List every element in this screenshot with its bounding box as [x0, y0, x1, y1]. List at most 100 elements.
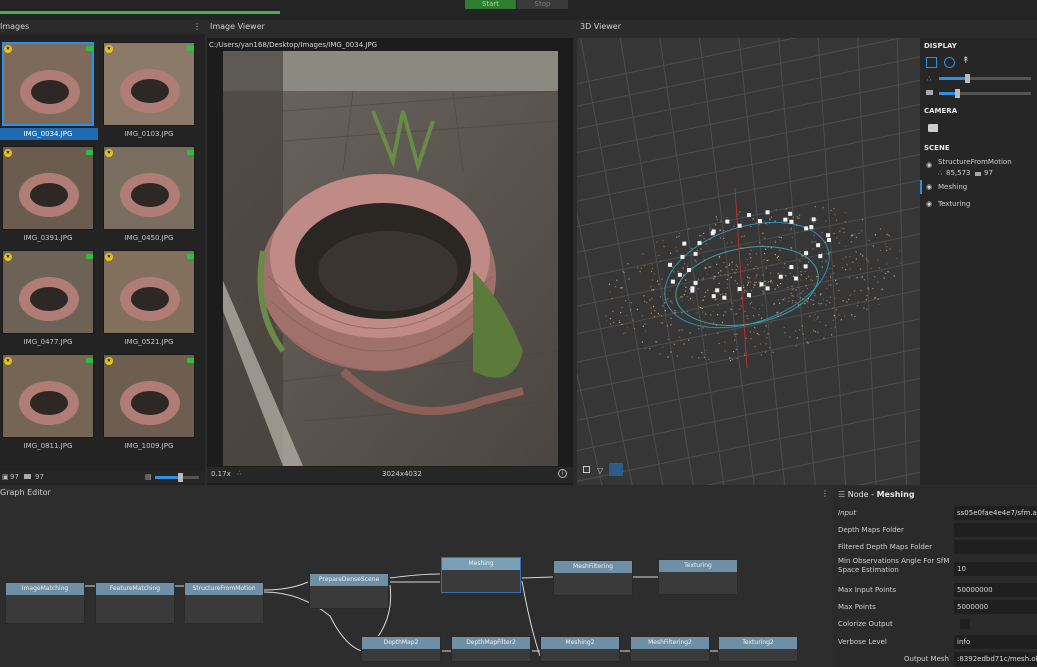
- intrinsics-star-icon: ★: [105, 357, 113, 365]
- camera-snapshot-icon[interactable]: [928, 124, 938, 132]
- main-photo[interactable]: [223, 51, 558, 466]
- graph-node-title: MeshFiltering: [554, 561, 632, 573]
- features-icon[interactable]: ∴: [237, 469, 241, 477]
- image-gallery: ★ IMG_0034.JPG ★ IMG_0103.JPG ★ IMG_0391.JPG ★…: [0, 40, 205, 470]
- attribute-label: Max Points: [838, 603, 876, 611]
- attribute-value-field[interactable]: [954, 540, 1037, 554]
- reconstructed-camera-icon: [86, 254, 93, 259]
- scene-item-sfm[interactable]: StructureFromMotion: [938, 158, 1012, 166]
- attribute-row: Colorize Output: [834, 616, 1037, 633]
- image-thumbnail[interactable]: [2, 146, 94, 230]
- graph-node-title: Meshing2: [541, 637, 619, 649]
- reconstructed-camera-icon: [86, 46, 93, 51]
- attribute-label: Min Observations Angle For SfM Space Est…: [838, 557, 950, 574]
- reconstructed-camera-icon: [187, 46, 194, 51]
- image-thumbnail[interactable]: [103, 146, 195, 230]
- graph-node-title: FeatureMatching: [96, 583, 174, 595]
- graph-node[interactable]: Texturing: [658, 559, 738, 595]
- meshing-visibility-icon[interactable]: ◉: [926, 183, 932, 191]
- graph-node[interactable]: ImageMatching: [5, 582, 85, 624]
- camera-scale-slider[interactable]: [939, 89, 1031, 98]
- attribute-row: Verbose Level info: [834, 634, 1037, 651]
- attribute-value-field[interactable]: :8392edbd71c/mesh.obj: [954, 652, 1037, 666]
- graph-node[interactable]: DepthMapFilter2: [451, 636, 531, 662]
- graph-node-title: StructureFromMotion: [185, 583, 263, 595]
- sfm-visibility-icon[interactable]: ◉: [926, 161, 932, 169]
- intrinsics-star-icon: ★: [105, 45, 113, 53]
- info-icon[interactable]: i: [558, 469, 567, 478]
- graph-node[interactable]: StructureFromMotion: [184, 582, 264, 624]
- attribute-value-field[interactable]: [954, 523, 1037, 537]
- graph-node-ports: [6, 595, 84, 623]
- attribute-value-field[interactable]: 5000000: [954, 600, 1037, 614]
- attribute-label: Max Input Points: [838, 586, 897, 594]
- texturing-visibility-icon[interactable]: ◉: [926, 200, 932, 208]
- graph-node[interactable]: Meshing2: [540, 636, 620, 662]
- attribute-editor-header: ☰ Node - Meshing: [838, 490, 915, 499]
- image-thumbnail[interactable]: [103, 354, 195, 438]
- gizmo-display-icon[interactable]: [944, 57, 955, 68]
- attribute-value-field[interactable]: 10: [954, 562, 1037, 576]
- image-thumbnail[interactable]: [2, 250, 94, 334]
- image-thumbnail[interactable]: [2, 42, 94, 126]
- attribute-label: Depth Maps Folder: [838, 526, 904, 534]
- start-button[interactable]: Start: [465, 0, 516, 9]
- intrinsics-star-icon: ★: [4, 45, 12, 53]
- sfm-points-icon: ∴: [938, 169, 943, 177]
- reconstructed-camera-icon: [187, 150, 194, 155]
- graph-node[interactable]: DepthMap2: [361, 636, 441, 662]
- wireframe-toggle-icon[interactable]: [583, 466, 590, 473]
- attribute-label: Colorize Output: [838, 620, 893, 628]
- graph-node-title: Texturing: [659, 560, 737, 572]
- camera-frustum-icon[interactable]: ▽: [597, 466, 603, 475]
- display-section-title: DISPLAY: [924, 42, 957, 50]
- viewer3d-title: 3D Viewer: [580, 22, 621, 31]
- attribute-value-field[interactable]: 50000000: [954, 583, 1037, 597]
- grid-display-icon[interactable]: [926, 57, 937, 68]
- graph-editor[interactable]: ImageMatching FeatureMatching StructureFro…: [0, 486, 832, 667]
- intrinsics-star-icon: ★: [105, 149, 113, 157]
- thumbnail-size-slider[interactable]: [155, 473, 199, 482]
- graph-menu-icon[interactable]: ⋮: [821, 489, 829, 498]
- stop-button[interactable]: Stop: [517, 0, 568, 9]
- node-icon: ☰: [838, 490, 846, 499]
- image-viewer-title: Image Viewer: [210, 22, 265, 31]
- attribute-value-field[interactable]: ss05e0fae4e4e7/sfm.abc: [954, 506, 1037, 520]
- graph-node[interactable]: FeatureMatching: [95, 582, 175, 624]
- graph-node-ports: [554, 573, 632, 595]
- attribute-row: Max Input Points 50000000: [834, 582, 1037, 599]
- verbose-level-select[interactable]: info: [954, 635, 1037, 649]
- graph-node[interactable]: MeshFiltering2: [630, 636, 710, 662]
- image-thumbnail-label: IMG_1009.JPG: [124, 442, 174, 450]
- image-thumbnail[interactable]: [103, 250, 195, 334]
- graph-node[interactable]: PrepareDenseScene: [309, 573, 389, 609]
- graph-node[interactable]: MeshFiltering: [553, 560, 633, 596]
- viewer3d-header: 3D Viewer: [577, 20, 1037, 34]
- image-thumbnail[interactable]: [2, 354, 94, 438]
- colorize-output-checkbox[interactable]: [960, 619, 970, 629]
- sfm-point-count: 85,573: [946, 169, 971, 177]
- camera-section-title: CAMERA: [924, 107, 958, 115]
- image-thumbnail-label: IMG_0034.JPG: [0, 128, 98, 140]
- images-footer: ▣ 97 97 ▤: [0, 471, 205, 483]
- scene-item-meshing[interactable]: Meshing: [938, 183, 967, 191]
- images-menu-icon[interactable]: ⋮: [193, 20, 201, 34]
- scene-selection-marker: [920, 180, 922, 194]
- graph-node[interactable]: Texturing2: [718, 636, 798, 662]
- attribute-label: Filtered Depth Maps Folder: [838, 543, 932, 551]
- scene-item-texturing[interactable]: Texturing: [938, 200, 970, 208]
- reconstructed-camera-icon: [187, 358, 194, 363]
- image-count-icon: ▣: [2, 473, 9, 481]
- attribute-editor-prefix: Node -: [847, 490, 877, 499]
- image-path: C:/Users/yan168/Desktop/Images/IMG_0034.…: [209, 41, 378, 49]
- point-size-slider[interactable]: [939, 74, 1031, 83]
- reconstructed-camera-icon: [187, 254, 194, 259]
- axes-display-icon[interactable]: ↟: [962, 56, 970, 66]
- point-size-icon: ∴: [927, 75, 932, 83]
- graph-node[interactable]: Meshing: [441, 557, 521, 593]
- viewer3d-canvas[interactable]: ▽: [577, 38, 920, 485]
- intrinsics-star-icon: ★: [4, 357, 12, 365]
- image-thumbnail-label: IMG_0103.JPG: [124, 130, 174, 138]
- texture-toggle-icon[interactable]: [609, 463, 623, 476]
- image-thumbnail[interactable]: [103, 42, 195, 126]
